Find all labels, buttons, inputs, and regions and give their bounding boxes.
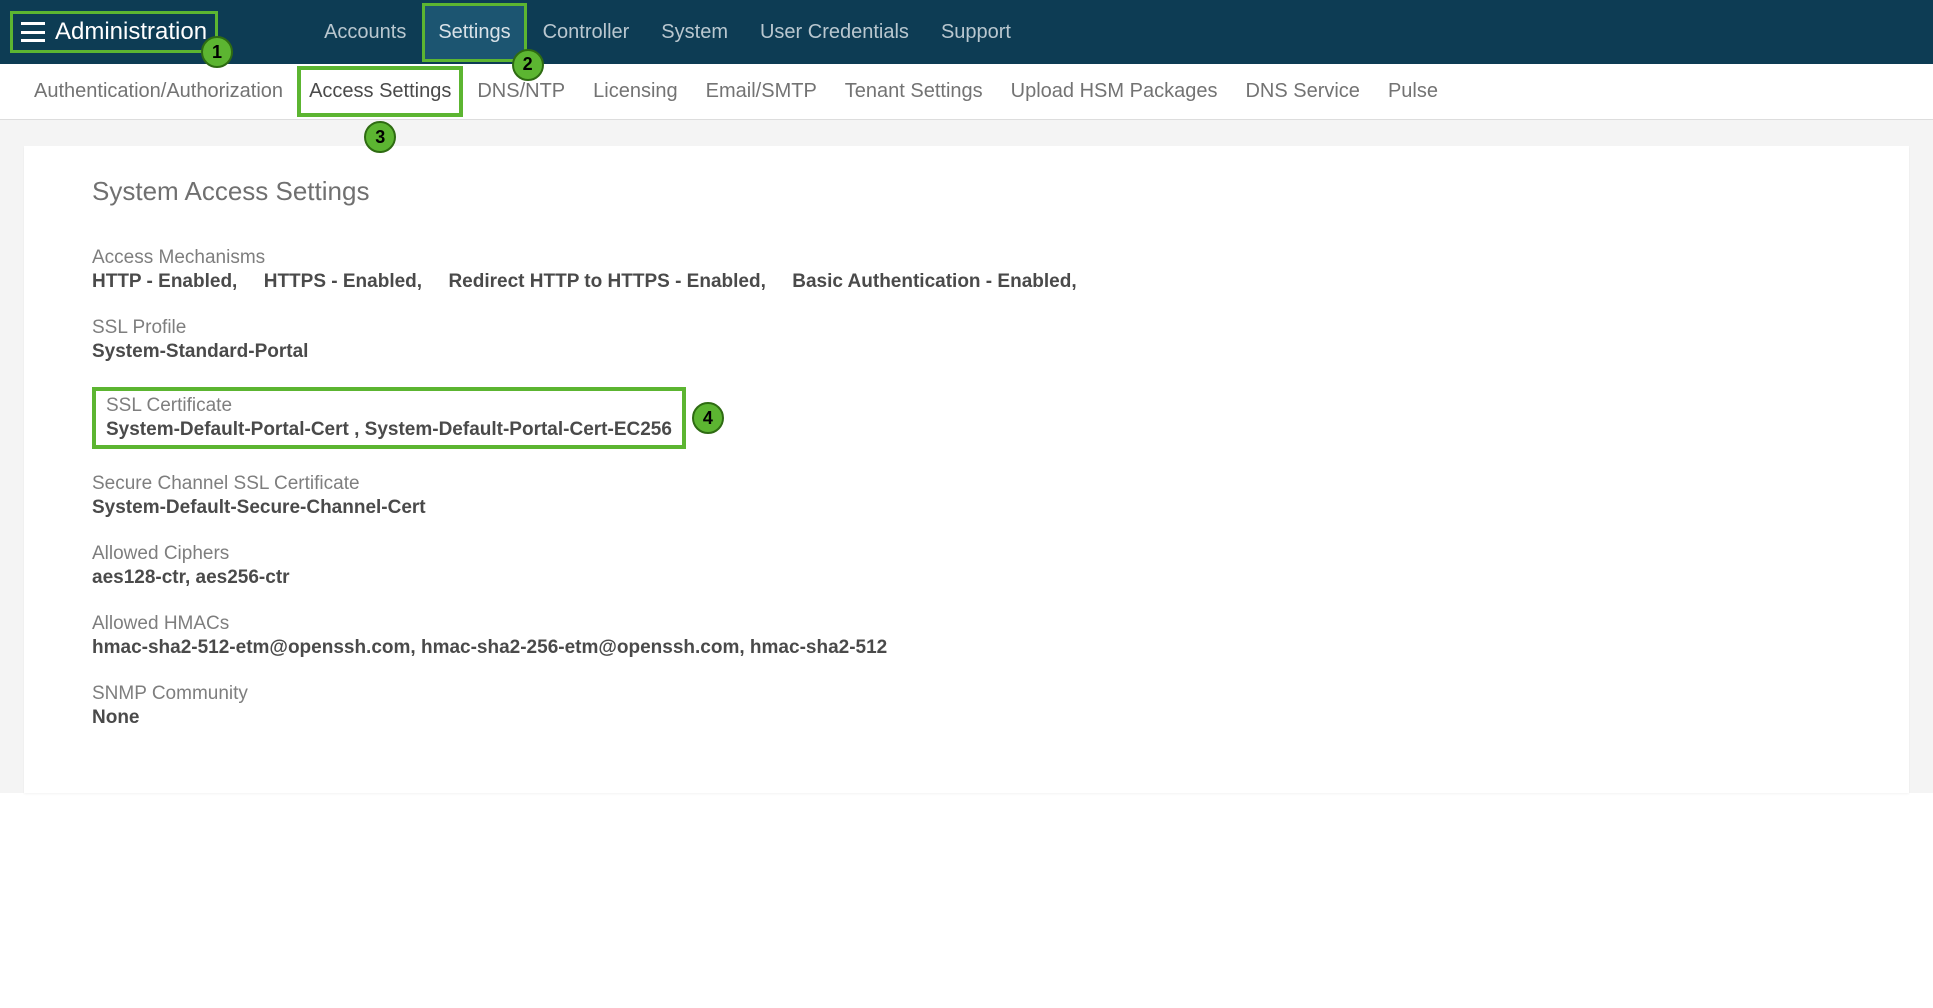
ssl-certificate-label: SSL Certificate bbox=[106, 395, 672, 417]
page-section-title: Administration bbox=[55, 18, 207, 46]
subnav-auth[interactable]: Authentication/Authorization bbox=[20, 66, 297, 117]
subnav-upload-hsm[interactable]: Upload HSM Packages bbox=[997, 66, 1232, 117]
subnav-access-settings-label: Access Settings bbox=[309, 80, 451, 102]
snmp-community-label: SNMP Community bbox=[92, 683, 1841, 705]
secure-channel-value: System-Default-Secure-Channel-Cert bbox=[92, 497, 1841, 519]
subnav-tenant-settings[interactable]: Tenant Settings bbox=[831, 66, 997, 117]
sub-nav: Authentication/Authorization Access Sett… bbox=[0, 64, 1933, 120]
ssl-certificate-value: System-Default-Portal-Cert , System-Defa… bbox=[106, 419, 672, 441]
nav-settings-label: Settings bbox=[438, 21, 510, 43]
callout-badge-2: 2 bbox=[512, 49, 544, 81]
callout-badge-4: 4 bbox=[692, 402, 724, 434]
top-nav-items: Accounts Settings 2 Controller System Us… bbox=[308, 3, 1027, 62]
allowed-ciphers-value: aes128-ctr, aes256-ctr bbox=[92, 567, 1841, 589]
snmp-community-value: None bbox=[92, 707, 1841, 729]
nav-system[interactable]: System bbox=[645, 3, 744, 62]
ssl-profile-value: System-Standard-Portal bbox=[92, 341, 1841, 363]
access-mechanisms-label: Access Mechanisms bbox=[92, 247, 1841, 269]
nav-support[interactable]: Support bbox=[925, 3, 1027, 62]
admin-section-highlight: Administration 1 bbox=[10, 11, 218, 53]
content-panel: System Access Settings Access Mechanisms… bbox=[24, 146, 1909, 793]
allowed-hmacs-value: hmac-sha2-512-etm@openssh.com, hmac-sha2… bbox=[92, 637, 1841, 659]
subnav-dns-service[interactable]: DNS Service bbox=[1231, 66, 1373, 117]
nav-settings[interactable]: Settings 2 bbox=[422, 3, 526, 62]
hamburger-icon[interactable] bbox=[21, 22, 45, 42]
page-title: System Access Settings bbox=[92, 176, 1841, 207]
subnav-pulse[interactable]: Pulse bbox=[1374, 66, 1452, 117]
allowed-ciphers-label: Allowed Ciphers bbox=[92, 543, 1841, 565]
content-wrap: System Access Settings Access Mechanisms… bbox=[0, 120, 1933, 793]
top-nav: Administration 1 Accounts Settings 2 Con… bbox=[0, 0, 1933, 64]
callout-badge-1: 1 bbox=[201, 36, 233, 68]
nav-controller[interactable]: Controller bbox=[527, 3, 646, 62]
secure-channel-label: Secure Channel SSL Certificate bbox=[92, 473, 1841, 495]
subnav-emailsmtp[interactable]: Email/SMTP bbox=[692, 66, 831, 117]
ssl-profile-label: SSL Profile bbox=[92, 317, 1841, 339]
subnav-licensing[interactable]: Licensing bbox=[579, 66, 692, 117]
callout-badge-3: 3 bbox=[364, 121, 396, 153]
nav-user-credentials[interactable]: User Credentials bbox=[744, 3, 925, 62]
ssl-certificate-highlight: SSL Certificate System-Default-Portal-Ce… bbox=[92, 387, 686, 449]
nav-accounts[interactable]: Accounts bbox=[308, 3, 422, 62]
allowed-hmacs-label: Allowed HMACs bbox=[92, 613, 1841, 635]
access-mechanisms-value: HTTP - Enabled, HTTPS - Enabled, Redirec… bbox=[92, 271, 1841, 293]
subnav-access-settings[interactable]: Access Settings 3 bbox=[297, 66, 463, 117]
